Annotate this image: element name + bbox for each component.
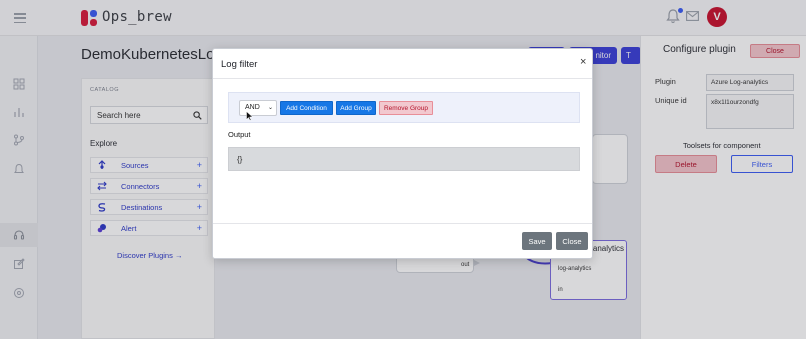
log-filter-modal: Log filter × AND ⌄ Add Condition Add Gro… — [212, 48, 593, 259]
mouse-cursor-icon — [246, 111, 253, 121]
close-icon[interactable]: × — [580, 56, 586, 68]
operator-value: AND — [245, 104, 260, 111]
output-field: {} — [228, 147, 580, 171]
add-group-button[interactable]: Add Group — [336, 101, 376, 115]
output-label: Output — [228, 130, 251, 139]
modal-title: Log filter — [221, 59, 258, 70]
operator-select[interactable]: AND ⌄ — [239, 100, 277, 116]
save-button[interactable]: Save — [522, 232, 552, 250]
chevron-down-icon: ⌄ — [267, 105, 273, 111]
remove-group-button[interactable]: Remove Group — [379, 101, 433, 115]
modal-footer-divider — [213, 223, 592, 224]
modal-divider — [213, 78, 592, 79]
add-condition-button[interactable]: Add Condition — [280, 101, 333, 115]
query-builder-group: AND ⌄ Add Condition Add Group Remove Gro… — [228, 92, 580, 123]
modal-close-button[interactable]: Close — [556, 232, 588, 250]
